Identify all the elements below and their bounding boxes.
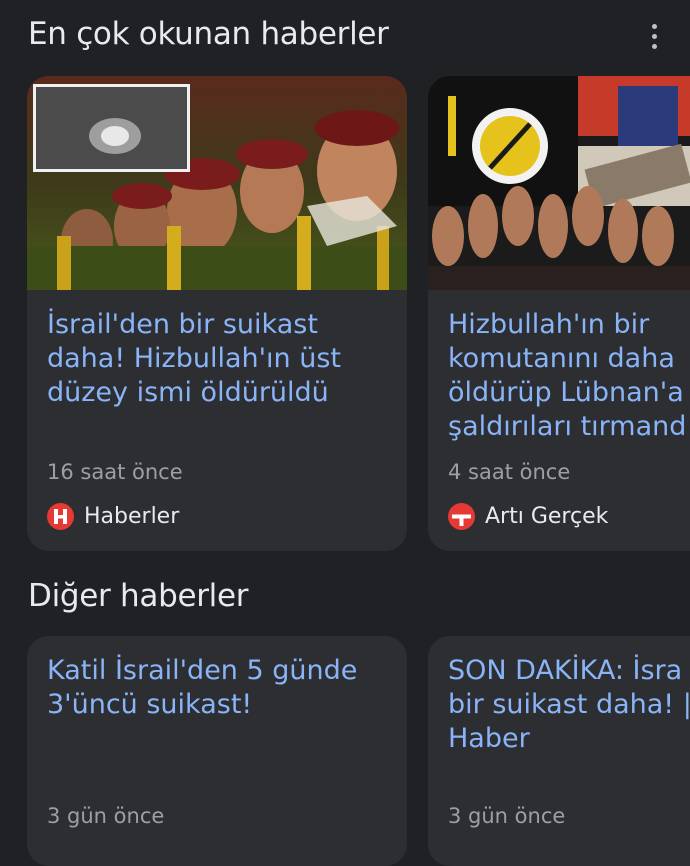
news-image: [428, 76, 690, 290]
news-source-name: Haberler: [84, 504, 180, 529]
news-title[interactable]: İsrail'den bir suikast daha! Hizbullah'ı…: [47, 308, 389, 410]
news-card[interactable]: Hizbullah'ın bir komutanını daha öldürüp…: [428, 76, 690, 551]
more-dot-icon: [651, 33, 657, 39]
news-card[interactable]: İsrail'den bir suikast daha! Hizbullah'ı…: [27, 76, 407, 551]
news-timestamp: 3 gün önce: [448, 804, 566, 828]
news-title[interactable]: SON DAKİKA: İsra bir suikast daha! | Hab…: [448, 654, 690, 756]
more-dot-icon: [651, 43, 657, 49]
news-timestamp: 3 gün önce: [47, 804, 165, 828]
news-source: Artı Gerçek: [448, 503, 608, 530]
haberler-logo-icon: [47, 503, 74, 530]
news-timestamp: 16 saat önce: [47, 460, 183, 484]
news-source-name: Artı Gerçek: [485, 504, 609, 529]
news-source: Haberler: [47, 503, 179, 530]
arti-gercek-logo-icon: [448, 503, 475, 530]
more-dot-icon: [651, 23, 657, 29]
more-options-button[interactable]: [636, 18, 672, 54]
news-card[interactable]: Katil İsrail'den 5 günde 3'üncü suikast!…: [27, 636, 407, 866]
news-timestamp: 4 saat önce: [448, 460, 571, 484]
news-title[interactable]: Hizbullah'ın bir komutanını daha öldürüp…: [448, 308, 690, 444]
news-card[interactable]: SON DAKİKA: İsra bir suikast daha! | Hab…: [428, 636, 690, 866]
news-title[interactable]: Katil İsrail'den 5 günde 3'üncü suikast!: [47, 654, 389, 722]
section-title-top-news: En çok okunan haberler: [28, 16, 389, 52]
news-image: [27, 76, 407, 290]
section-title-other-news: Diğer haberler: [28, 578, 249, 614]
